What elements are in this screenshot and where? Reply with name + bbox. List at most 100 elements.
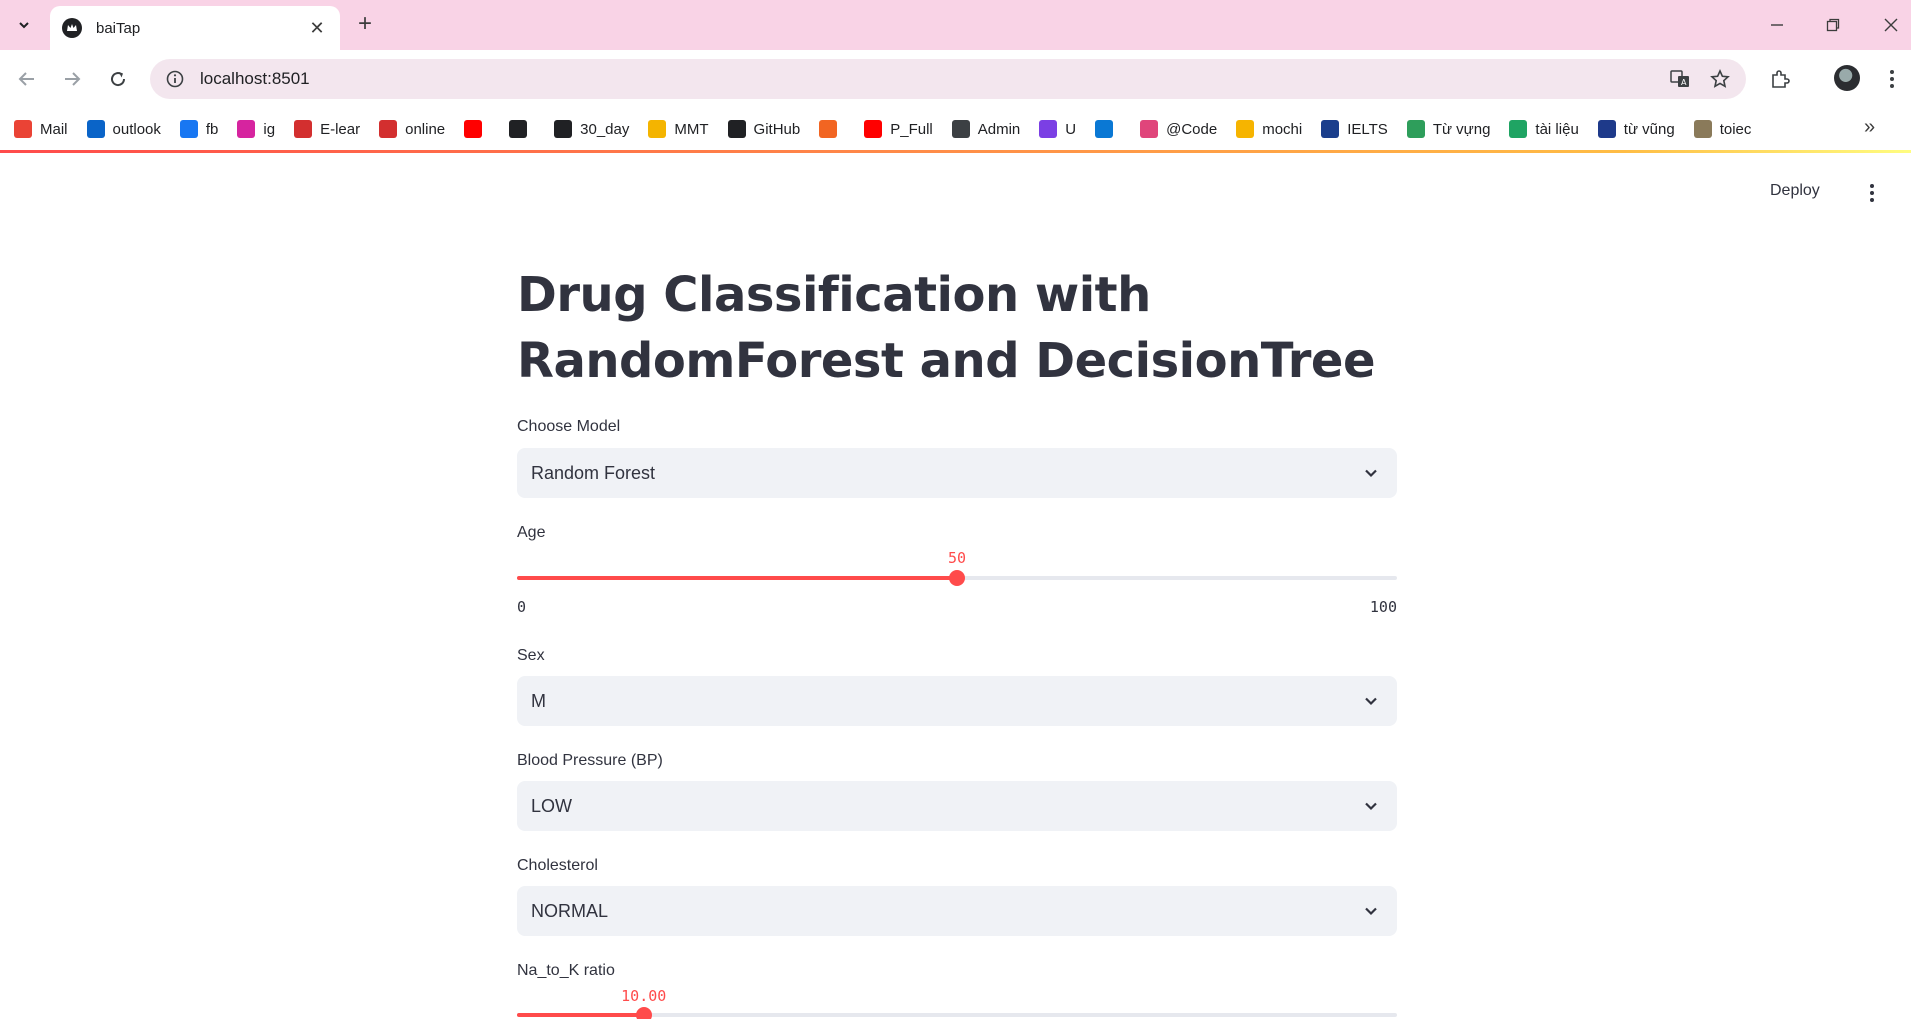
bookmark-label: tài liệu	[1535, 120, 1579, 138]
bookmark-item[interactable]: Admin	[951, 120, 1021, 138]
bookmark-item[interactable]	[1095, 120, 1121, 138]
bookmark-label: MMT	[674, 120, 709, 138]
back-button[interactable]	[12, 64, 42, 94]
tab-close-icon[interactable]: ✕	[306, 18, 328, 39]
age-slider[interactable]	[517, 570, 1397, 586]
bookmark-item[interactable]: @Code	[1140, 120, 1217, 138]
profile-avatar[interactable]	[1834, 65, 1860, 91]
openai-icon	[509, 120, 528, 138]
bookmark-item[interactable]	[464, 120, 490, 138]
url-text: localhost:8501	[200, 69, 310, 88]
bookmark-label: U	[1065, 120, 1077, 138]
bookmark-label: @Code	[1166, 120, 1218, 138]
bookmark-label: từ vũng	[1623, 120, 1675, 138]
bookmark-item[interactable]: online	[379, 120, 445, 138]
bookmark-item[interactable]: IELTS	[1321, 120, 1388, 138]
bookmark-item[interactable]: Mail	[14, 120, 68, 138]
bookmark-item[interactable]: Từ vựng	[1406, 120, 1491, 138]
drive-icon	[1509, 120, 1528, 138]
bookmark-item[interactable]	[819, 120, 845, 138]
new-tab-button[interactable]: +	[352, 12, 378, 38]
na-to-k-slider-value: 10.00	[621, 987, 667, 1005]
bookmark-star-icon[interactable]	[1700, 59, 1740, 99]
gmail-icon	[14, 120, 32, 138]
browser-menu-button[interactable]	[1877, 64, 1907, 94]
tab-search-button[interactable]	[6, 10, 42, 40]
bookmarks-overflow-icon[interactable]: »	[1864, 116, 1875, 139]
close-window-button[interactable]	[1878, 12, 1904, 38]
box-icon	[819, 120, 838, 138]
bookmark-item[interactable]: toiec	[1693, 120, 1752, 138]
bookmark-item[interactable]: outlook	[86, 120, 161, 138]
forward-button[interactable]	[57, 64, 87, 94]
chevron-down-icon	[1365, 802, 1377, 811]
minimize-button[interactable]	[1764, 12, 1790, 38]
youtube-icon	[864, 120, 883, 138]
bookmark-item[interactable]: mochi	[1236, 120, 1302, 138]
bookmark-item[interactable]: MMT	[648, 120, 709, 138]
cholesterol-label: Cholesterol	[517, 857, 598, 874]
bookmark-label: E-lear	[320, 120, 361, 138]
chevron-down-icon	[1365, 469, 1377, 478]
close-icon	[1884, 18, 1898, 32]
ielts-icon	[1321, 120, 1340, 138]
sex-select-value: M	[531, 690, 546, 711]
bookmark-item[interactable]: P_Full	[864, 120, 933, 138]
bookmark-label: Từ vựng	[1432, 120, 1491, 138]
chevron-down-icon	[1365, 907, 1377, 916]
onedrive-icon	[1095, 120, 1114, 138]
bookmark-item[interactable]: GitHub	[727, 120, 800, 138]
bookmark-item[interactable]: ig	[237, 120, 275, 138]
extensions-button[interactable]	[1765, 64, 1795, 94]
tab-strip: baiTap ✕ +	[0, 0, 1911, 50]
sex-label: Sex	[517, 647, 545, 664]
na-to-k-slider[interactable]	[517, 1007, 1397, 1019]
bp-select[interactable]: LOW	[517, 781, 1397, 831]
reload-icon	[111, 72, 126, 87]
site-info-icon[interactable]	[164, 68, 186, 90]
facebook-icon	[179, 120, 198, 138]
address-bar[interactable]: localhost:8501 A	[150, 59, 1746, 99]
bookmark-item[interactable]: tài liệu	[1509, 120, 1579, 138]
na-to-k-label: Na_to_K ratio	[517, 962, 615, 979]
age-slider-max: 100	[1369, 598, 1397, 616]
restore-button[interactable]	[1820, 12, 1846, 38]
t-icon	[1693, 120, 1712, 138]
age-label: Age	[517, 524, 546, 541]
sex-select[interactable]: M	[517, 676, 1397, 726]
globe-icon	[951, 120, 970, 138]
reload-button[interactable]	[103, 64, 133, 94]
bookmark-item[interactable]: U	[1039, 120, 1076, 138]
app-menu-icon[interactable]	[1862, 180, 1882, 206]
classroom-icon	[648, 120, 667, 138]
github-icon	[727, 120, 746, 138]
bookmark-label: mochi	[1262, 120, 1303, 138]
bookmark-item[interactable]: 30_day	[554, 120, 629, 138]
outlook-icon	[86, 120, 105, 138]
bookmark-item[interactable]: từ vũng	[1597, 120, 1675, 138]
streamlit-decoration-bar	[0, 150, 1911, 153]
mochi-icon	[1236, 120, 1255, 138]
arrow-right-icon	[65, 72, 81, 86]
bookmark-label: toiec	[1719, 120, 1752, 138]
bookmark-item[interactable]	[509, 120, 535, 138]
browser-tab[interactable]: baiTap ✕	[50, 6, 340, 50]
deploy-button[interactable]: Deploy	[1770, 182, 1820, 200]
age-slider-fill	[517, 576, 957, 580]
bookmark-label: P_Full	[890, 120, 933, 138]
bookmark-item[interactable]: E-lear	[294, 120, 360, 138]
restore-icon	[1826, 18, 1840, 32]
model-select[interactable]: Random Forest	[517, 448, 1397, 498]
age-slider-min: 0	[517, 598, 527, 616]
bookmark-label: Admin	[977, 120, 1021, 138]
arrow-left-icon	[18, 72, 34, 86]
age-slider-thumb[interactable]	[949, 570, 965, 586]
bookmark-item[interactable]: fb	[179, 120, 218, 138]
na-to-k-slider-thumb[interactable]	[635, 1007, 652, 1019]
github-icon	[554, 120, 573, 138]
earth-icon	[1406, 120, 1425, 138]
cholesterol-select[interactable]: NORMAL	[517, 886, 1397, 936]
kebab-menu-icon	[1890, 70, 1894, 88]
bookmark-label: outlook	[112, 120, 161, 138]
translate-icon[interactable]: A	[1660, 59, 1700, 99]
